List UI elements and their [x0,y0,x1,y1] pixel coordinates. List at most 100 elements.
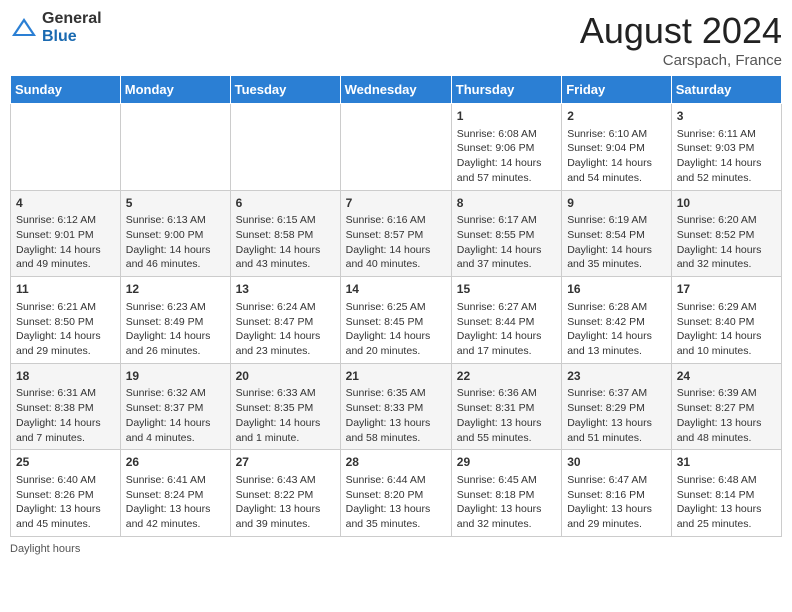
day-info: Daylight: 14 hours and 17 minutes. [457,329,556,358]
day-info: Sunset: 8:44 PM [457,315,556,330]
calendar-cell: 24Sunrise: 6:39 AMSunset: 8:27 PMDayligh… [671,363,781,450]
day-info: Sunset: 8:35 PM [236,401,335,416]
day-info: Sunrise: 6:17 AM [457,213,556,228]
day-header-tuesday: Tuesday [230,76,340,104]
calendar-cell: 5Sunrise: 6:13 AMSunset: 9:00 PMDaylight… [120,190,230,277]
day-info: Sunset: 8:37 PM [126,401,225,416]
calendar-cell: 3Sunrise: 6:11 AMSunset: 9:03 PMDaylight… [671,104,781,191]
day-info: Sunset: 8:24 PM [126,488,225,503]
day-info: Sunrise: 6:48 AM [677,473,776,488]
calendar-cell: 21Sunrise: 6:35 AMSunset: 8:33 PMDayligh… [340,363,451,450]
calendar-cell: 12Sunrise: 6:23 AMSunset: 8:49 PMDayligh… [120,277,230,364]
day-number: 2 [567,108,666,125]
day-info: Sunset: 9:01 PM [16,228,115,243]
logo-text: General Blue [42,10,102,46]
day-info: Daylight: 14 hours and 26 minutes. [126,329,225,358]
day-info: Daylight: 13 hours and 51 minutes. [567,416,666,445]
day-info: Daylight: 14 hours and 23 minutes. [236,329,335,358]
day-info: Daylight: 13 hours and 25 minutes. [677,502,776,531]
day-number: 31 [677,454,776,471]
day-number: 5 [126,195,225,212]
day-info: Daylight: 13 hours and 29 minutes. [567,502,666,531]
calendar-cell: 27Sunrise: 6:43 AMSunset: 8:22 PMDayligh… [230,450,340,537]
day-info: Sunrise: 6:13 AM [126,213,225,228]
day-info: Sunrise: 6:20 AM [677,213,776,228]
day-number: 30 [567,454,666,471]
day-info: Daylight: 14 hours and 32 minutes. [677,243,776,272]
day-header-monday: Monday [120,76,230,104]
day-info: Daylight: 13 hours and 55 minutes. [457,416,556,445]
day-info: Daylight: 14 hours and 37 minutes. [457,243,556,272]
calendar-cell: 25Sunrise: 6:40 AMSunset: 8:26 PMDayligh… [11,450,121,537]
calendar-cell [120,104,230,191]
day-info: Sunset: 9:04 PM [567,141,666,156]
day-info: Sunrise: 6:15 AM [236,213,335,228]
calendar-cell: 26Sunrise: 6:41 AMSunset: 8:24 PMDayligh… [120,450,230,537]
day-info: Sunrise: 6:31 AM [16,386,115,401]
day-info: Sunset: 8:33 PM [346,401,446,416]
day-info: Sunrise: 6:12 AM [16,213,115,228]
day-info: Daylight: 13 hours and 32 minutes. [457,502,556,531]
location-title: Carspach, France [580,52,782,69]
calendar-cell: 10Sunrise: 6:20 AMSunset: 8:52 PMDayligh… [671,190,781,277]
day-info: Daylight: 14 hours and 20 minutes. [346,329,446,358]
day-info: Daylight: 14 hours and 49 minutes. [16,243,115,272]
day-info: Sunset: 8:20 PM [346,488,446,503]
day-info: Daylight: 13 hours and 35 minutes. [346,502,446,531]
calendar-cell: 29Sunrise: 6:45 AMSunset: 8:18 PMDayligh… [451,450,561,537]
day-number: 29 [457,454,556,471]
day-number: 24 [677,368,776,385]
calendar-cell: 11Sunrise: 6:21 AMSunset: 8:50 PMDayligh… [11,277,121,364]
day-info: Sunset: 8:22 PM [236,488,335,503]
logo: General Blue [10,10,102,46]
day-info: Sunset: 8:14 PM [677,488,776,503]
day-info: Sunrise: 6:27 AM [457,300,556,315]
day-info: Sunrise: 6:36 AM [457,386,556,401]
calendar-cell: 23Sunrise: 6:37 AMSunset: 8:29 PMDayligh… [562,363,672,450]
day-info: Daylight: 14 hours and 52 minutes. [677,156,776,185]
day-info: Daylight: 13 hours and 48 minutes. [677,416,776,445]
calendar-cell: 22Sunrise: 6:36 AMSunset: 8:31 PMDayligh… [451,363,561,450]
day-info: Daylight: 14 hours and 1 minute. [236,416,335,445]
day-info: Daylight: 13 hours and 39 minutes. [236,502,335,531]
day-number: 10 [677,195,776,212]
calendar-week-1: 4Sunrise: 6:12 AMSunset: 9:01 PMDaylight… [11,190,782,277]
day-info: Sunrise: 6:29 AM [677,300,776,315]
day-number: 18 [16,368,115,385]
day-info: Daylight: 13 hours and 58 minutes. [346,416,446,445]
day-number: 11 [16,281,115,298]
day-info: Daylight: 14 hours and 4 minutes. [126,416,225,445]
day-info: Sunrise: 6:24 AM [236,300,335,315]
calendar-week-0: 1Sunrise: 6:08 AMSunset: 9:06 PMDaylight… [11,104,782,191]
calendar-cell: 20Sunrise: 6:33 AMSunset: 8:35 PMDayligh… [230,363,340,450]
calendar-cell: 17Sunrise: 6:29 AMSunset: 8:40 PMDayligh… [671,277,781,364]
day-info: Sunrise: 6:33 AM [236,386,335,401]
day-info: Daylight: 14 hours and 54 minutes. [567,156,666,185]
day-info: Sunrise: 6:35 AM [346,386,446,401]
calendar-header: SundayMondayTuesdayWednesdayThursdayFrid… [11,76,782,104]
day-info: Sunrise: 6:45 AM [457,473,556,488]
day-info: Sunset: 8:27 PM [677,401,776,416]
day-info: Sunrise: 6:28 AM [567,300,666,315]
day-info: Daylight: 14 hours and 57 minutes. [457,156,556,185]
day-info: Sunset: 8:45 PM [346,315,446,330]
day-header-saturday: Saturday [671,76,781,104]
day-number: 17 [677,281,776,298]
day-number: 7 [346,195,446,212]
day-header-sunday: Sunday [11,76,121,104]
calendar-cell: 19Sunrise: 6:32 AMSunset: 8:37 PMDayligh… [120,363,230,450]
day-number: 16 [567,281,666,298]
calendar-cell [340,104,451,191]
day-number: 6 [236,195,335,212]
calendar-cell: 18Sunrise: 6:31 AMSunset: 8:38 PMDayligh… [11,363,121,450]
day-number: 15 [457,281,556,298]
day-info: Sunset: 8:49 PM [126,315,225,330]
day-info: Daylight: 14 hours and 46 minutes. [126,243,225,272]
day-info: Daylight: 13 hours and 42 minutes. [126,502,225,531]
day-info: Sunset: 9:00 PM [126,228,225,243]
day-info: Daylight: 14 hours and 35 minutes. [567,243,666,272]
month-year-title: August 2024 [580,10,782,52]
day-info: Sunset: 8:16 PM [567,488,666,503]
day-info: Daylight: 14 hours and 43 minutes. [236,243,335,272]
day-info: Sunset: 8:57 PM [346,228,446,243]
